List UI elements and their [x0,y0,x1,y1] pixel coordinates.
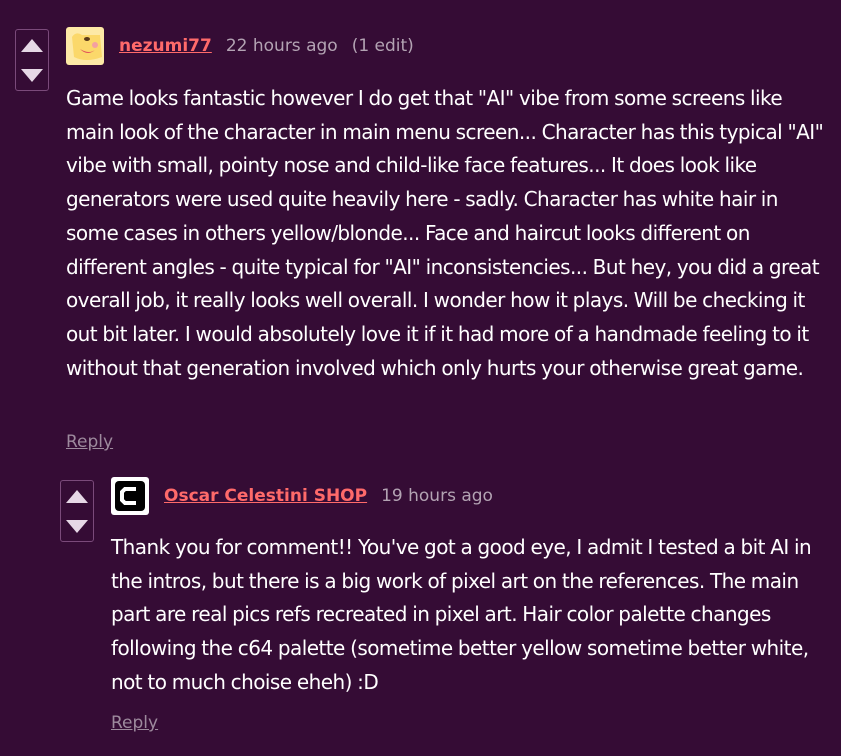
avatar[interactable] [111,477,149,515]
reply-button[interactable]: Reply [111,713,158,733]
avatar[interactable] [66,27,104,65]
arrow-down-icon [66,519,88,533]
comment-header: Oscar Celestini SHOP 19 hours ago [164,486,507,506]
reply-button[interactable]: Reply [66,432,113,452]
timestamp: 22 hours ago [225,36,338,56]
upvote-button[interactable] [16,30,48,60]
vote-controls [60,480,94,542]
yellow-cartoon-face-icon [66,27,104,65]
downvote-button[interactable] [61,511,93,541]
arrow-down-icon [21,68,43,82]
downvote-button[interactable] [16,60,48,90]
comment-header: nezumi77 22 hours ago (1 edit) [119,36,414,56]
comment-body: Game looks fantastic however I do get th… [66,86,824,380]
upvote-button[interactable] [61,481,93,511]
username-link[interactable]: nezumi77 [119,36,212,56]
comment-body: Thank you for comment!! You've got a goo… [111,535,812,694]
c-logo-icon [111,477,149,515]
vote-controls [15,29,49,91]
arrow-up-icon [21,38,43,52]
edit-note: (1 edit) [351,36,414,56]
username-link[interactable]: Oscar Celestini SHOP [164,486,367,506]
arrow-up-icon [66,489,88,503]
timestamp: 19 hours ago [381,486,493,506]
